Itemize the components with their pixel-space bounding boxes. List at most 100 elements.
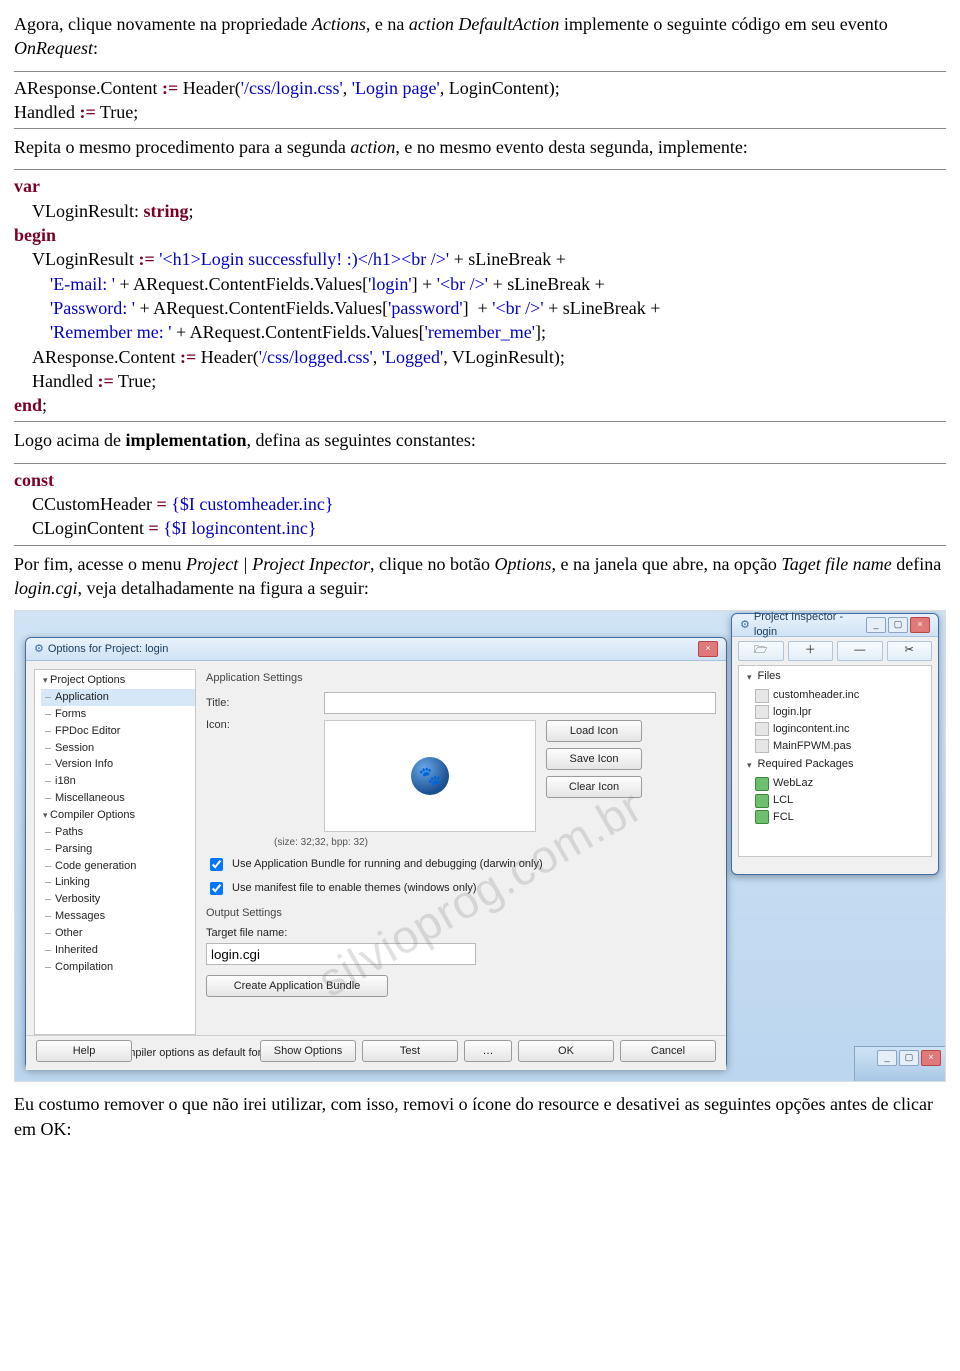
gear-icon: ⚙ — [34, 642, 44, 657]
text: , veja detalhadamente na figura a seguir… — [78, 578, 369, 598]
code-line: AResponse.Content := Header('/css/login.… — [14, 76, 946, 100]
para-5: Eu costumo remover o que não irei utiliz… — [14, 1092, 946, 1141]
italic: action — [409, 14, 454, 34]
code: + sLineBreak + — [449, 249, 566, 269]
tree-fpdoc[interactable]: FPDoc Editor — [41, 723, 195, 740]
code-str: 'login' — [368, 274, 412, 294]
maximize-icon[interactable]: ▢ — [899, 1050, 919, 1066]
pi-file[interactable]: login.lpr — [755, 704, 931, 721]
tree-session[interactable]: Session — [41, 740, 195, 757]
close-icon[interactable]: × — [698, 641, 718, 657]
cancel-button[interactable]: Cancel — [620, 1040, 716, 1062]
code-line: var — [14, 174, 946, 198]
code: + sLineBreak + — [544, 298, 661, 318]
app-icon — [411, 757, 449, 795]
tree-i18n[interactable]: i18n — [41, 773, 195, 790]
tree-misc[interactable]: Miscellaneous — [41, 790, 195, 807]
code: AResponse.Content — [14, 78, 162, 98]
options-title: Options for Project: login — [48, 642, 168, 657]
close-icon[interactable]: × — [910, 617, 930, 633]
code — [14, 298, 50, 318]
tree-forms[interactable]: Forms — [41, 706, 195, 723]
options-tree[interactable]: Project Options Application Forms FPDoc … — [34, 669, 196, 1035]
para-2: Repita o mesmo procedimento para a segun… — [14, 135, 946, 159]
pi-titlebar[interactable]: ⚙ Project Inspector - login _ ▢ × — [732, 614, 938, 637]
save-icon-button[interactable]: Save Icon — [546, 748, 642, 770]
code: True; — [96, 102, 139, 122]
clear-icon-button[interactable]: Clear Icon — [546, 776, 642, 798]
code: True; — [114, 371, 157, 391]
pi-file[interactable]: customheader.inc — [755, 687, 931, 704]
bundle-checkbox[interactable] — [210, 858, 223, 871]
code-str: 'Login page' — [352, 78, 440, 98]
code: Handled — [14, 371, 97, 391]
load-icon-button[interactable]: Load Icon — [546, 720, 642, 742]
package-icon — [755, 777, 769, 791]
pi-file[interactable]: logincontent.inc — [755, 721, 931, 738]
code: AResponse.Content — [14, 347, 180, 367]
tree-verbosity[interactable]: Verbosity — [41, 891, 195, 908]
para-1: Agora, clique novamente na propriedade A… — [14, 12, 946, 61]
maximize-icon[interactable]: ▢ — [888, 617, 908, 633]
code-line: 'E-mail: ' + ARequest.ContentFields.Valu… — [14, 272, 946, 296]
code-str: 'Remember me: ' — [50, 322, 171, 342]
tree-application[interactable]: Application — [41, 689, 195, 706]
tree-paths[interactable]: Paths — [41, 824, 195, 841]
package-icon — [755, 794, 769, 808]
pi-open-button[interactable]: 🗁 — [738, 641, 784, 661]
create-bundle-button[interactable]: Create Application Bundle — [206, 975, 388, 997]
help-button[interactable]: Help — [36, 1040, 132, 1062]
manifest-checkbox[interactable] — [210, 882, 223, 895]
pi-options-button[interactable]: ✂ — [887, 641, 933, 661]
tree-compiler-options[interactable]: Compiler Options — [41, 807, 195, 824]
title-input[interactable] — [324, 692, 716, 714]
pi-packages-folder[interactable]: Required Packages — [747, 756, 931, 773]
show-options-button[interactable]: Show Options — [260, 1040, 356, 1062]
code-str: 'remember_me' — [425, 322, 535, 342]
code-op: := — [97, 371, 113, 391]
test-button[interactable]: Test — [362, 1040, 458, 1062]
text: : — [93, 38, 98, 58]
target-file-input[interactable] — [206, 943, 476, 965]
pi-package[interactable]: WebLaz — [755, 775, 931, 792]
code-line: 'Remember me: ' + ARequest.ContentFields… — [14, 320, 946, 344]
options-titlebar[interactable]: ⚙ Options for Project: login × — [26, 638, 726, 661]
tree-project-options[interactable]: Project Options — [41, 672, 195, 689]
more-button[interactable]: … — [464, 1040, 512, 1062]
code: VLoginResult — [14, 249, 139, 269]
tree-codegen[interactable]: Code generation — [41, 858, 195, 875]
code-block-2: var VLoginResult: string; begin VLoginRe… — [14, 174, 946, 417]
tree-version[interactable]: Version Info — [41, 756, 195, 773]
tree-linking[interactable]: Linking — [41, 874, 195, 891]
text: defina — [892, 554, 941, 574]
close-icon[interactable]: × — [921, 1050, 941, 1066]
ok-button[interactable]: OK — [518, 1040, 614, 1062]
pi-package[interactable]: LCL — [755, 792, 931, 809]
code-line: end; — [14, 393, 946, 417]
tree-messages[interactable]: Messages — [41, 908, 195, 925]
tree-parsing[interactable]: Parsing — [41, 841, 195, 858]
tree-other[interactable]: Other — [41, 925, 195, 942]
code-op: := — [162, 78, 178, 98]
minimize-icon[interactable]: _ — [877, 1050, 897, 1066]
text: Eu costumo remover o que não irei utiliz… — [14, 1094, 933, 1138]
pi-files-folder[interactable]: Files — [747, 668, 931, 685]
tree-compilation[interactable]: Compilation — [41, 959, 195, 976]
pi-remove-button[interactable]: — — [837, 641, 883, 661]
minimize-icon[interactable]: _ — [866, 617, 886, 633]
divider — [14, 128, 946, 129]
pi-add-button[interactable]: ＋ — [788, 641, 834, 661]
pi-file[interactable]: MainFPWM.pas — [755, 738, 931, 755]
italic: Project | Project Inpector — [186, 554, 370, 574]
pi-tree[interactable]: Files customheader.inc login.lpr loginco… — [738, 665, 932, 857]
code-kw: begin — [14, 225, 56, 245]
code-directive: {$I customheader.inc} — [171, 494, 333, 514]
para-3: Logo acima de implementation, defina as … — [14, 428, 946, 452]
code-line: Handled := True; — [14, 369, 946, 393]
code-str: 'Password: ' — [50, 298, 135, 318]
pi-package[interactable]: FCL — [755, 809, 931, 826]
package-icon — [755, 810, 769, 824]
tree-inherited[interactable]: Inherited — [41, 942, 195, 959]
para-4: Por fim, acesse o menu Project | Project… — [14, 552, 946, 601]
code-directive: {$I logincontent.inc} — [163, 518, 316, 538]
